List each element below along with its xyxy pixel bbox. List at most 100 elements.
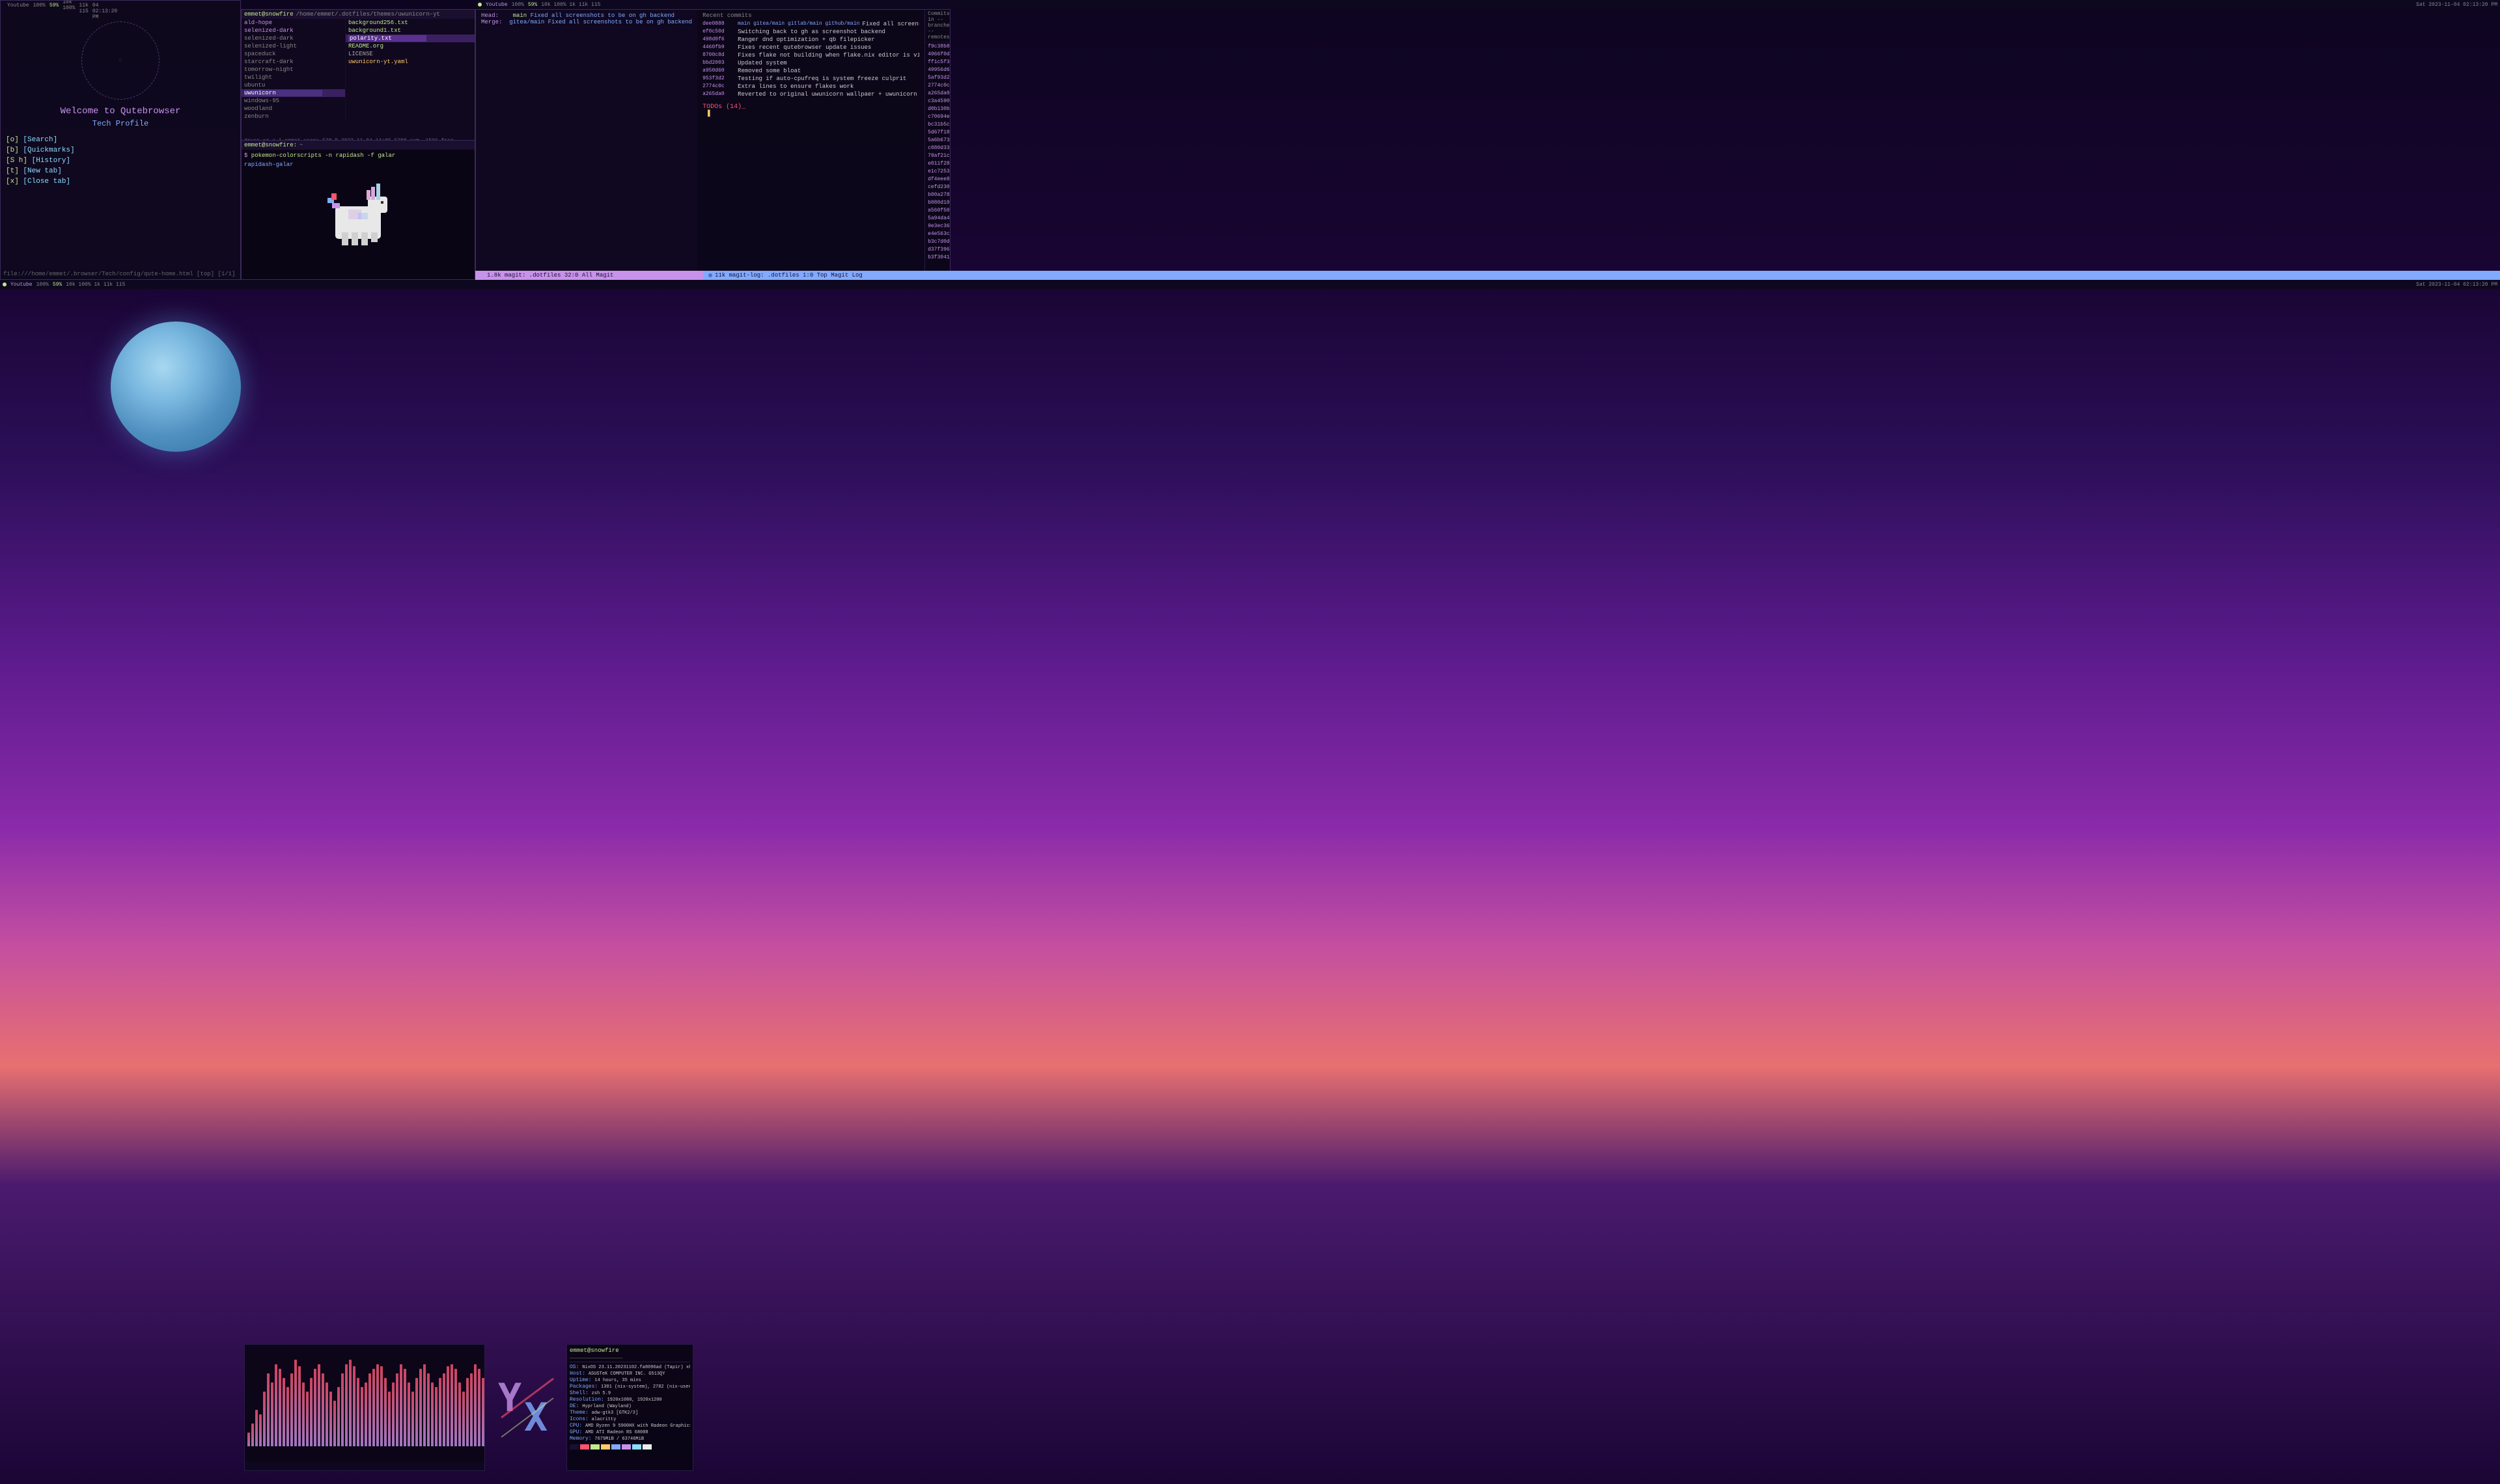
- sysinfo-cpu: CPU: AMD Ryzen 9 5900HX with Radeon Grap…: [570, 1423, 690, 1429]
- git-rc-2[interactable]: 498d0f6 Ranger dnd optimization + qb fil…: [702, 36, 919, 44]
- color-block-4: [601, 1444, 610, 1450]
- git-commit-row-21[interactable]: a560f50 ● Trying some new power optimiza…: [925, 206, 950, 214]
- viz-bar-item: [470, 1373, 473, 1446]
- git-rc-9[interactable]: a265da0 Reverted to original uwunicorn w…: [702, 90, 919, 98]
- git-status-text-right: 11k magit-log: .dotfiles 1:0 Top Magit L…: [715, 272, 863, 279]
- git-rc-0[interactable]: dee0888 main gitea/main gitlab/main gith…: [702, 20, 919, 28]
- dir-woodland[interactable]: woodland: [242, 105, 345, 113]
- sysinfo-color-blocks: [570, 1444, 690, 1450]
- git-main-area: Recent commits dee0888 main gitea/main g…: [697, 10, 950, 279]
- dir-twilight[interactable]: twilight: [242, 74, 345, 81]
- viz-bar-item: [415, 1378, 418, 1446]
- git-commit-row-26[interactable]: d37f396 ● Fixes youtube hyprprofile Emme…: [925, 245, 950, 253]
- dir-uwunicorn[interactable]: uwunicorn: [242, 89, 345, 97]
- file-readme[interactable]: README.org: [346, 42, 475, 50]
- git-commit-row-3[interactable]: 49956d6 ● Updated system Emmet 18 hours: [925, 66, 950, 74]
- bottom-tb-youtube[interactable]: Youtube: [10, 282, 33, 288]
- dir-selenized-light[interactable]: selenized-light: [242, 42, 345, 50]
- git-commit-row-4[interactable]: 5af93d2 ● Testing if auto-cpufreq is sys…: [925, 74, 950, 81]
- file-bg256[interactable]: background256.txt: [346, 19, 475, 27]
- file-browser-content: ald-hope selenized-dark selenized-dark s…: [242, 19, 475, 120]
- git-commit-row-18[interactable]: cefd230 ● Updated uwunicorn theme Emmet …: [925, 183, 950, 191]
- qute-label-history: [History]: [32, 157, 70, 165]
- git-recent-area: Recent commits dee0888 main gitea/main g…: [697, 10, 925, 279]
- viz-bar-item: [286, 1387, 289, 1446]
- qute-key-newtab: [t]: [6, 167, 23, 175]
- dir-selenized-dark-1[interactable]: selenized-dark: [242, 27, 345, 34]
- git-commit-hash-7: c3a4590: [928, 98, 950, 104]
- git-commit-row-14[interactable]: 79af21c ● Added magit-todos Emmet 1 week: [925, 152, 950, 159]
- git-commit-hash-1: 4966f0d: [928, 51, 950, 57]
- git-commit-row-27[interactable]: b3f3041 ● Fixes org agenda following roa…: [925, 253, 950, 261]
- viz-bar-item: [310, 1378, 312, 1446]
- qute-closetab[interactable]: [x] [Close tab]: [6, 176, 235, 187]
- qute-history[interactable]: [S h] [History]: [6, 156, 235, 166]
- git-commit-row-24[interactable]: e4e563c ● Updated uwunicorn theme wallpa…: [925, 230, 950, 238]
- viz-panel: [244, 1344, 485, 1471]
- git-commit-row-25[interactable]: b3c7d0d ● Updated system Emmet 3 weeks: [925, 238, 950, 245]
- sysinfo-host: Host: ASUSTeK COMPUTER INC. G513QY: [570, 1371, 690, 1377]
- git-commit-row-15[interactable]: e011f28 ● Improved comment on agenda syn…: [925, 159, 950, 167]
- sysinfo-title: emmet@snowfire: [570, 1347, 690, 1354]
- git-commit-row-23[interactable]: 9e3ec36 ● Transitioned to flatpak obs fo…: [925, 222, 950, 230]
- git-commit-hash-17: df4eee8: [928, 176, 950, 182]
- git-commit-hash-5: 2774c0c: [928, 83, 950, 89]
- git-commit-row-9[interactable]: c70694e ● Fix for nix parser on install.…: [925, 113, 950, 120]
- qute-key-history: [S h]: [6, 157, 32, 165]
- git-commit-row-19[interactable]: b00a278 ● Fixes for waybar and patched c…: [925, 191, 950, 199]
- git-commit-row-6[interactable]: a265da0 ● Reverted to original uwunicorn…: [925, 89, 950, 97]
- taskbar-top-left: Youtube 100% 59% 10k 100% 1k 11k 115 Sat…: [1, 1, 6, 10]
- git-commit-row-20[interactable]: b080d10 ● Updated pypland Emmet 2 weeks: [925, 199, 950, 206]
- git-rc-3[interactable]: 4460fb9 Fixes recent qutebrowser update …: [702, 44, 919, 51]
- viz-bar-item: [302, 1382, 305, 1446]
- git-commit-row-12[interactable]: 5a6b673 ● Pinned embark and reorganized …: [925, 136, 950, 144]
- git-commit-row-16[interactable]: e1c7253 ● I finally got agenda + syncthi…: [925, 167, 950, 175]
- bottom-moon: [111, 322, 241, 452]
- pokemon-titlebar: emmet@snowfire: ~: [242, 141, 475, 150]
- viz-bar-item: [329, 1392, 332, 1446]
- file-browser-title: emmet@snowfire: [244, 11, 294, 18]
- qute-content: ◌ Welcome to Qutebrowser Tech Profile [o…: [1, 10, 240, 192]
- git-rc-8[interactable]: 2774c0c Extra lines to ensure flakes wor…: [702, 83, 919, 90]
- viz-bar-item: [290, 1373, 293, 1446]
- git-commit-row-5[interactable]: 2774c0c ● Extra lines to ensure flakes w…: [925, 81, 950, 89]
- git-rc-1[interactable]: ef0c50d Switching back to gh as screensh…: [702, 28, 919, 36]
- file-bg1[interactable]: background1.txt: [346, 27, 475, 34]
- dir-windows95[interactable]: windows-95: [242, 97, 345, 105]
- dir-selenized-dark-2[interactable]: selenized-dark: [242, 34, 345, 42]
- git-recent-commits: Recent commits dee0888 main gitea/main g…: [697, 10, 924, 101]
- dir-starcraft[interactable]: starcraft-dark: [242, 58, 345, 66]
- file-yaml[interactable]: uwunicorn-yt.yaml: [346, 58, 475, 66]
- viz-bar-item: [271, 1382, 273, 1446]
- git-rc-6[interactable]: a950d60 Removed some bloat: [702, 67, 919, 75]
- viz-bar-item: [368, 1373, 371, 1446]
- git-rc-4[interactable]: 8700c8d Fixes flake not building when fl…: [702, 51, 919, 59]
- dir-ald-hope[interactable]: ald-hope: [242, 19, 345, 27]
- git-commit-row-8[interactable]: d0b130b ● Fixes qemu user session uefi E…: [925, 105, 950, 113]
- git-commit-row-7[interactable]: c3a4590 ● Extra detail on adding unstabl…: [925, 97, 950, 105]
- git-commit-row-2[interactable]: ff1c5f3 ● Fixes recent qutebrowser updat…: [925, 58, 950, 66]
- git-commit-row-13[interactable]: c080d33 ● Cleaned up magit config Emmet …: [925, 144, 950, 152]
- qute-newtab[interactable]: [t] [New tab]: [6, 166, 235, 176]
- taskbar-left-youtube[interactable]: Youtube: [7, 3, 29, 8]
- taskbar-right-youtube[interactable]: Youtube: [486, 2, 508, 8]
- git-commit-row-1[interactable]: 4966f0d ● Ranger dnd optimization + qb f…: [925, 50, 950, 58]
- git-commit-row-11[interactable]: 5d67f18 ● Getting rid of some electron p…: [925, 128, 950, 136]
- git-commit-row-22[interactable]: 5a94da4 ● Updated system Emmet 2 weeks: [925, 214, 950, 222]
- git-commit-row-0[interactable]: f9c38b8 ● main Fixed all screenshots to …: [925, 42, 950, 50]
- qute-quickmarks[interactable]: [b] [Quickmarks]: [6, 145, 235, 156]
- dir-ubuntu[interactable]: ubuntu: [242, 81, 345, 89]
- file-polarity[interactable]: polarity.txt: [346, 34, 475, 42]
- viz-bar-item: [326, 1382, 328, 1446]
- dir-zenburn[interactable]: zenburn: [242, 113, 345, 120]
- qute-subtitle: Tech Profile: [6, 119, 235, 128]
- dir-spaceduck[interactable]: spaceduck: [242, 50, 345, 58]
- pokemon-terminal: emmet@snowfire: ~ $ pokemon-colorscripts…: [241, 140, 475, 280]
- git-commit-row-17[interactable]: df4eee8 ● 3d printing is cool Emmet 1 we…: [925, 175, 950, 183]
- git-rc-7[interactable]: 953f3d2 Testing if auto-cpufreq is syste…: [702, 75, 919, 83]
- dir-tomorrow[interactable]: tomorrow-night: [242, 66, 345, 74]
- git-rc-5[interactable]: bbd2003 Updated system: [702, 59, 919, 67]
- file-license[interactable]: LICENSE: [346, 50, 475, 58]
- qute-search[interactable]: [o] [Search]: [6, 135, 235, 145]
- git-commit-row-10[interactable]: bc31b5c ● Updated install notes Emmet 1 …: [925, 120, 950, 128]
